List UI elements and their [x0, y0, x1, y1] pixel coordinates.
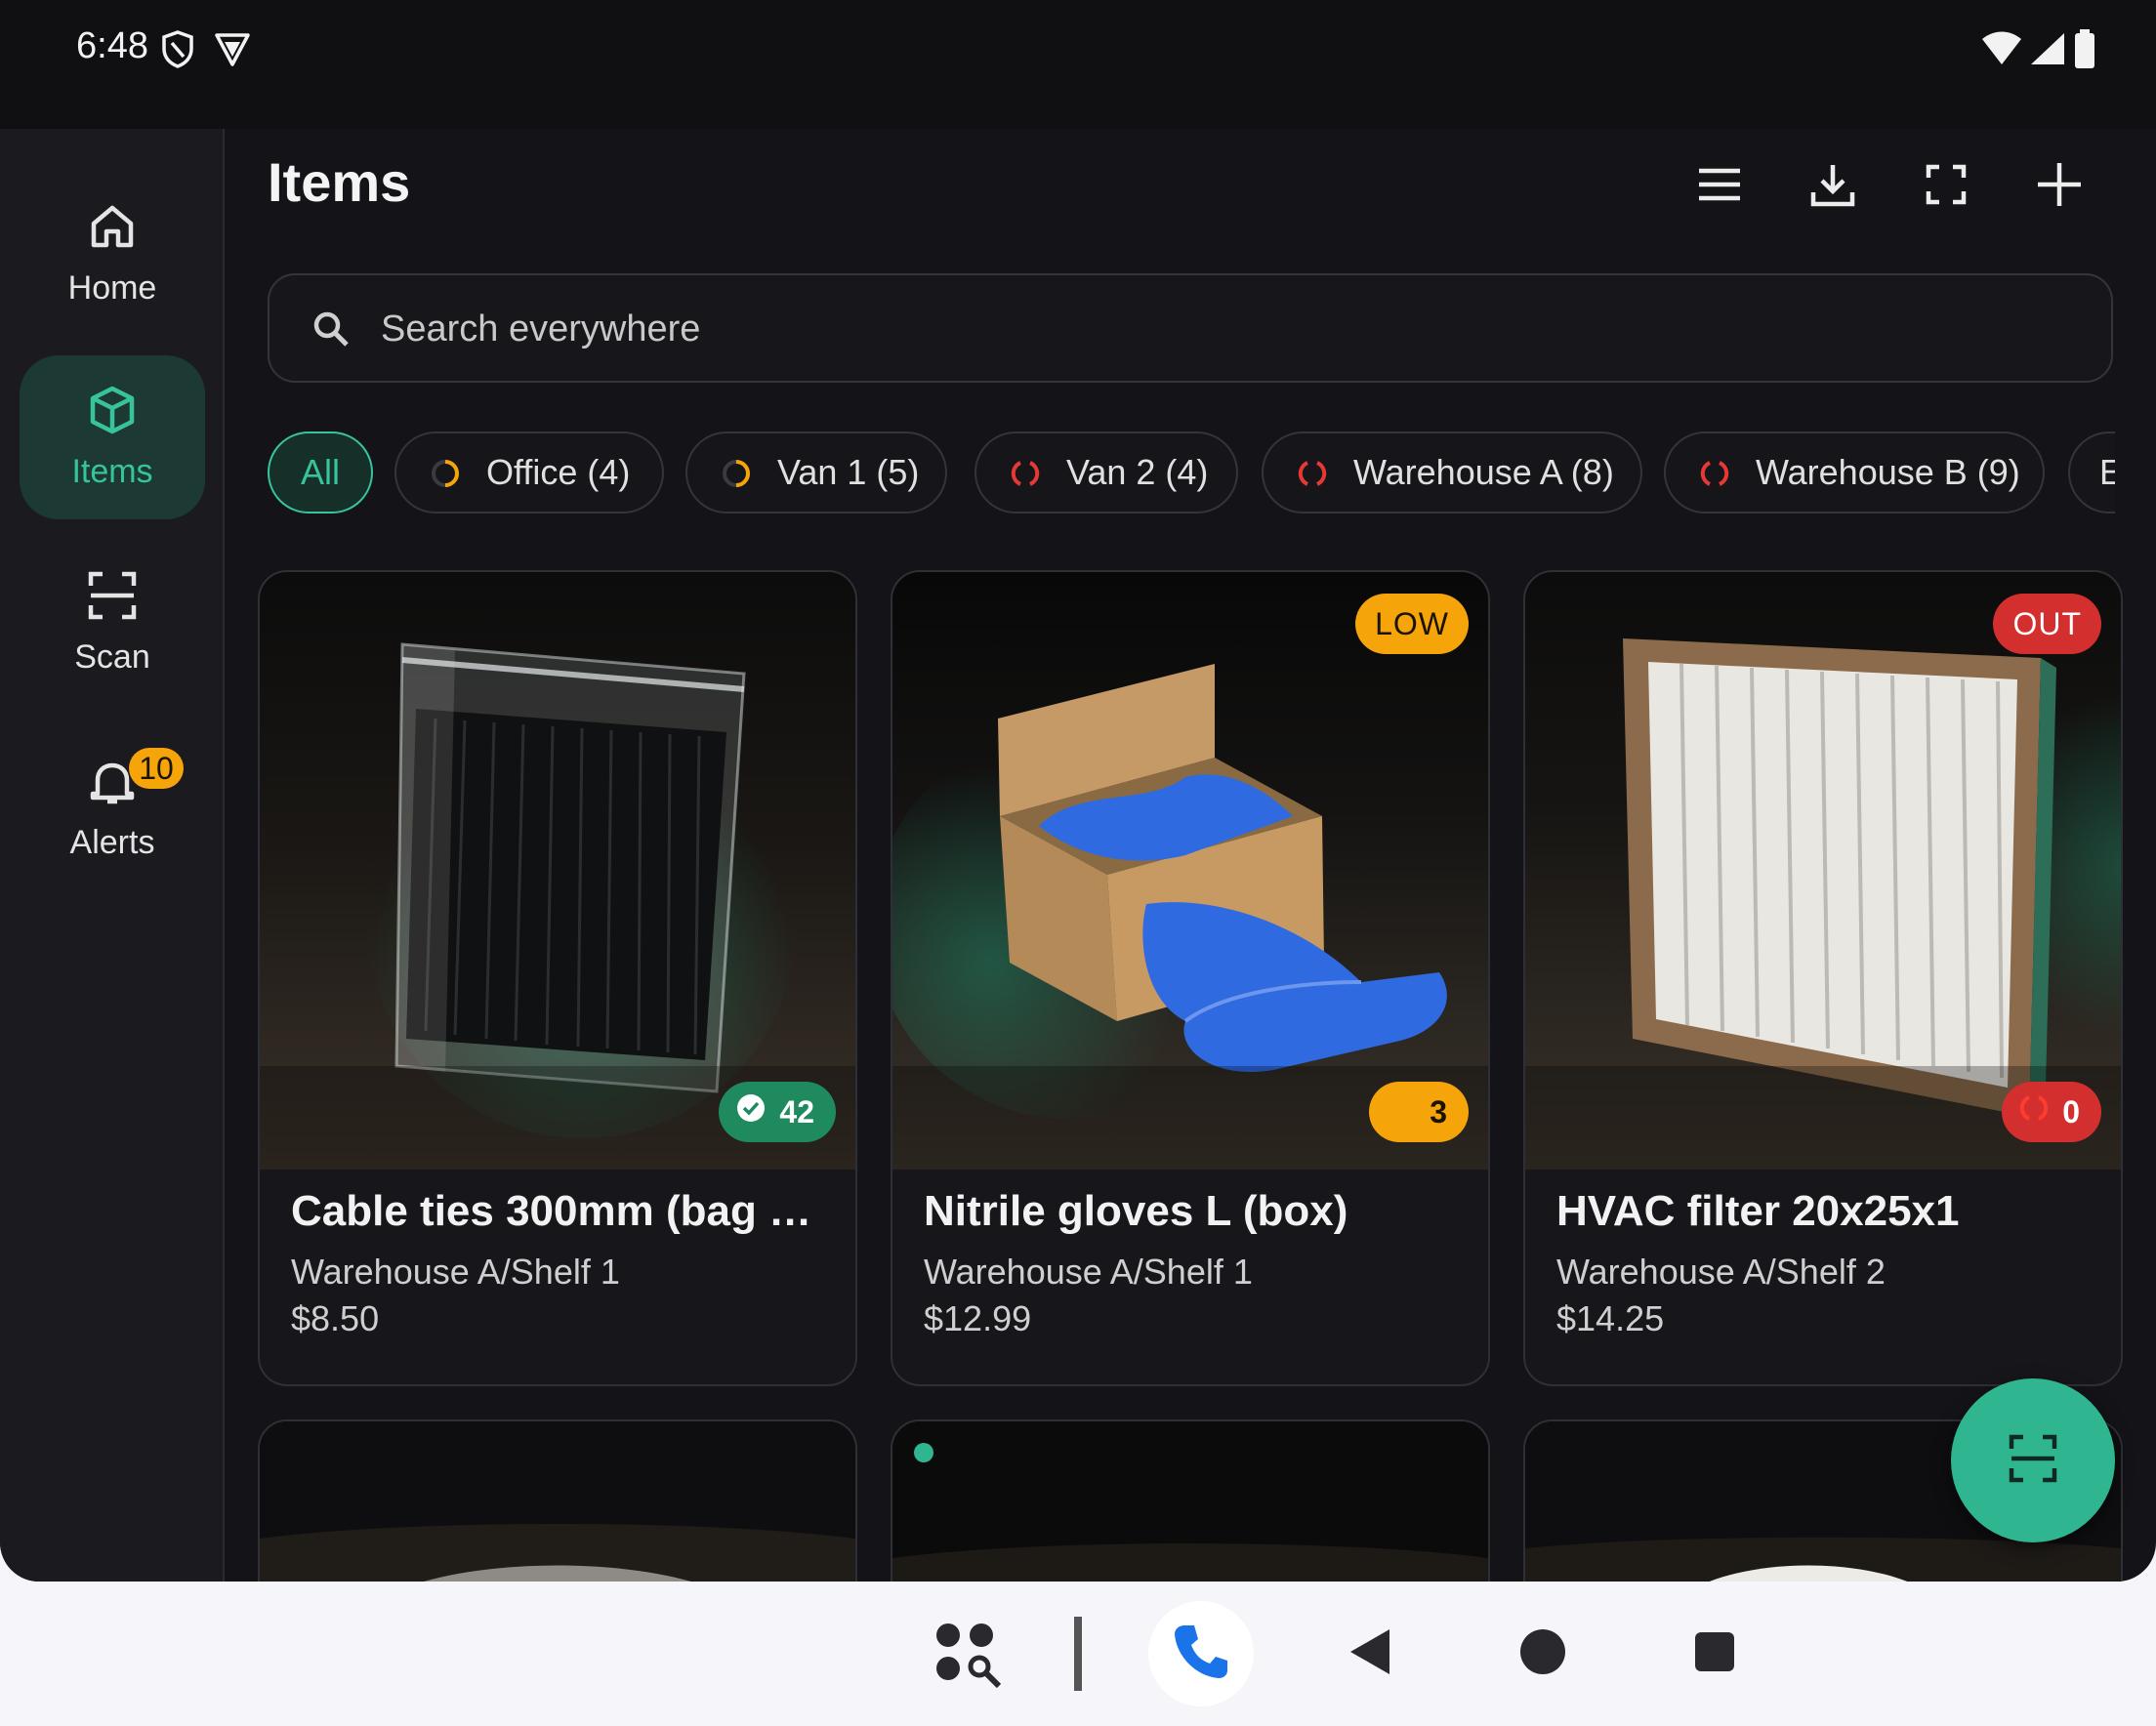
- shield-icon: [160, 29, 195, 73]
- chip-van-1[interactable]: Van 1 (5): [685, 432, 947, 514]
- recents-button[interactable]: [1689, 1628, 1740, 1679]
- page-title: Items: [268, 151, 411, 213]
- item-card-partial[interactable]: [891, 1419, 1490, 1582]
- scan-icon: [2007, 1432, 2059, 1490]
- item-card[interactable]: LOW 3 Nitrile gloves L (box) Warehouse A…: [891, 570, 1490, 1386]
- item-card-partial[interactable]: [258, 1419, 857, 1582]
- stock-level-ring-icon: [1297, 457, 1328, 488]
- stock-level-ring-icon: [1010, 457, 1041, 488]
- system-navigation-bar: [0, 1582, 2156, 1726]
- search-icon: [312, 310, 350, 352]
- item-name: HVAC filter 20x25x1: [1556, 1187, 1960, 1235]
- home-icon: [86, 200, 139, 258]
- item-photo-partial: [892, 1421, 1488, 1582]
- nav-items-label: Items: [71, 453, 153, 490]
- item-name: Nitrile gloves L (box): [924, 1187, 1348, 1235]
- vpn-icon: [213, 29, 252, 73]
- add-item-button[interactable]: [2025, 152, 2094, 221]
- status-bar: 6:48: [0, 0, 2156, 129]
- quantity-value: 42: [779, 1093, 814, 1130]
- location-filter-chips: All Office (4) Van 1 (5) Van 2 (4) Wareh…: [268, 432, 2115, 515]
- back-button[interactable]: [1342, 1626, 1396, 1681]
- status-time: 6:48: [76, 25, 148, 66]
- item-photo-hvac-filter: [1525, 572, 2121, 1170]
- recents-square-icon: [1694, 1631, 1735, 1677]
- chip-warehouse-b-label: Warehouse B (9): [1756, 452, 2020, 492]
- stock-level-ring-icon: [721, 457, 752, 488]
- nav-scan-label: Scan: [74, 638, 150, 676]
- stock-level-ring-icon: [2019, 1093, 2049, 1130]
- item-location: Warehouse A/Shelf 2: [1556, 1252, 1886, 1292]
- stock-status-badge: LOW: [1355, 594, 1469, 654]
- chip-van-2-label: Van 2 (4): [1066, 452, 1209, 492]
- app-search-button[interactable]: [932, 1621, 1010, 1699]
- nav-home[interactable]: Home: [20, 172, 205, 336]
- item-price: $8.50: [291, 1298, 380, 1338]
- package-icon: [86, 384, 139, 441]
- app-search-icon: [933, 1620, 1009, 1701]
- chip-partial[interactable]: E: [2068, 432, 2115, 514]
- app-window: 6:48 Home Items Scan Alerts 10 Items Sea…: [0, 0, 2156, 1582]
- menu-icon: [1697, 165, 1742, 209]
- item-location: Warehouse A/Shelf 1: [291, 1252, 620, 1292]
- download-button[interactable]: [1799, 152, 1867, 221]
- item-location: Warehouse A/Shelf 1: [924, 1252, 1253, 1292]
- stock-status-badge: OUT: [1993, 594, 2101, 654]
- taskbar-divider: [1074, 1617, 1082, 1691]
- item-card[interactable]: OUT 0 HVAC filter 20x25x1 Warehouse A/Sh…: [1523, 570, 2123, 1386]
- phone-app-button[interactable]: [1148, 1601, 1254, 1706]
- item-photo-cable-ties: [260, 572, 855, 1170]
- quantity-badge: 0: [2002, 1082, 2101, 1142]
- scan-fab-button[interactable]: [1951, 1378, 2115, 1542]
- item-price: $12.99: [924, 1298, 1032, 1338]
- nav-home-label: Home: [67, 269, 157, 307]
- download-icon: [1809, 161, 1856, 213]
- chip-van-2[interactable]: Van 2 (4): [974, 432, 1238, 514]
- chip-van-1-label: Van 1 (5): [777, 452, 920, 492]
- stock-level-ring-icon: [1387, 1093, 1416, 1130]
- signal-icon: [2029, 31, 2066, 71]
- alerts-count-badge: 10: [129, 748, 184, 789]
- search-input[interactable]: [381, 293, 2041, 365]
- nav-items[interactable]: Items: [20, 355, 205, 519]
- check-circle-icon: [736, 1093, 766, 1130]
- nav-alerts[interactable]: Alerts 10: [20, 726, 205, 890]
- chip-all-label: All: [300, 452, 340, 492]
- battery-icon: [2074, 29, 2095, 73]
- scan-icon: [86, 569, 139, 627]
- back-triangle-icon: [1347, 1627, 1391, 1681]
- chip-office-label: Office (4): [486, 452, 631, 492]
- nav-scan[interactable]: Scan: [20, 541, 205, 705]
- home-button[interactable]: [1515, 1626, 1570, 1681]
- item-photo-nitrile-gloves: [892, 572, 1488, 1170]
- quantity-badge: 42: [719, 1082, 836, 1142]
- stock-level-ring-icon: [1699, 457, 1730, 488]
- chip-warehouse-b[interactable]: Warehouse B (9): [1664, 432, 2045, 514]
- chip-all[interactable]: All: [268, 432, 373, 514]
- list-view-button[interactable]: [1685, 152, 1754, 221]
- quantity-value: 0: [2062, 1093, 2080, 1130]
- chip-partial-label: E: [2099, 452, 2115, 492]
- phone-icon: [1171, 1622, 1231, 1687]
- item-name: Cable ties 300mm (bag o…: [291, 1187, 834, 1235]
- fullscreen-button[interactable]: [1912, 152, 1980, 221]
- fullscreen-icon: [1926, 164, 1967, 210]
- navigation-rail: Home Items Scan Alerts 10: [0, 129, 225, 1582]
- home-circle-icon: [1519, 1628, 1566, 1680]
- chip-warehouse-a-label: Warehouse A (8): [1353, 452, 1614, 492]
- chip-warehouse-a[interactable]: Warehouse A (8): [1262, 432, 1642, 514]
- quantity-badge: 3: [1369, 1082, 1469, 1142]
- item-card[interactable]: 42 Cable ties 300mm (bag o… Warehouse A/…: [258, 570, 857, 1386]
- plus-icon: [2036, 161, 2083, 213]
- search-bar[interactable]: [268, 273, 2113, 383]
- item-price: $14.25: [1556, 1298, 1665, 1338]
- stock-level-ring-icon: [430, 457, 461, 488]
- nav-alerts-label: Alerts: [69, 824, 155, 861]
- chip-office[interactable]: Office (4): [394, 432, 664, 514]
- item-photo-partial: [260, 1421, 855, 1582]
- wifi-icon: [1980, 31, 2023, 71]
- quantity-value: 3: [1430, 1093, 1447, 1130]
